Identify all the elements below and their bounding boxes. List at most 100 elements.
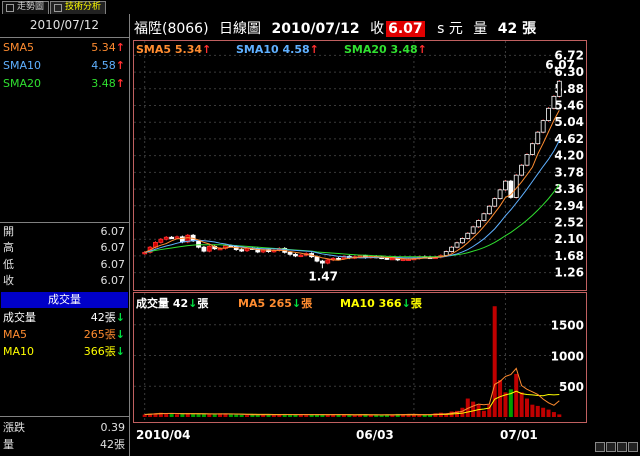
vol-ma5-legend: MA5 265↓張 [238, 297, 313, 310]
sma10-legend: SMA10 4.58↑ [236, 43, 319, 56]
candle [179, 236, 185, 243]
candle [497, 189, 503, 200]
scroll-left-icon[interactable] [617, 442, 627, 452]
arrow-up-icon: ↑ [309, 43, 319, 56]
volume-bar [293, 414, 298, 417]
volume-section-header: 成交量 [1, 292, 128, 308]
candle [293, 253, 298, 257]
candle [486, 205, 492, 215]
volume-chart-svg: 1500 1000 500 [134, 293, 584, 422]
sma20-legend: SMA20 3.48↑ [344, 43, 427, 56]
y-tick-label: 3.78 [554, 165, 584, 179]
candle [319, 260, 325, 264]
volume-bar [234, 414, 239, 417]
arrow-up-icon: ↑ [115, 77, 125, 90]
volume-bar [535, 405, 540, 417]
sma20-label: SMA20 [3, 77, 41, 90]
y-tick-label: 5.04 [554, 115, 584, 129]
high-value: 6.07 [100, 241, 126, 254]
arrow-up-icon: ↑ [115, 59, 125, 72]
volume-bar [525, 398, 529, 417]
volume-bar [239, 414, 244, 417]
x-axis-label: 2010/04 [136, 428, 191, 442]
volume-bar [471, 401, 476, 417]
candle [384, 257, 390, 260]
chart-tab-icon [6, 4, 14, 12]
volume-label: 量 [473, 21, 488, 37]
low-row: 低 6.07 [3, 257, 125, 273]
sma20-row: SMA20 3.48↑ [3, 76, 125, 92]
change-value: 0.39 [100, 421, 126, 434]
volume-bar [514, 373, 519, 417]
low-annotation: 1.47 [308, 269, 338, 283]
volume-bar [347, 415, 352, 417]
open-label: 開 [3, 225, 14, 238]
header-date: 2010/07/12 [271, 21, 360, 37]
volume-bar [551, 412, 556, 417]
tab-intraday-label: 走勢圖 [17, 2, 45, 12]
divider [0, 222, 129, 223]
sma10-line [144, 140, 560, 259]
zoom-out-icon[interactable] [595, 442, 605, 452]
price-chart-pane[interactable]: 6.72 6.30 5.88 5.46 5.04 4.62 4.20 3.78 3.36 2.94… [133, 40, 587, 291]
sma5-line [144, 110, 560, 261]
zoom-in-icon[interactable] [606, 442, 616, 452]
volume-bar [503, 392, 508, 417]
volume-chart-pane[interactable]: 1500 1000 500 成交量 42↓張 MA5 265↓張 MA10 366↓… [133, 292, 587, 423]
vol-row: 成交量 42張↓ [3, 310, 125, 326]
volume-bar [245, 415, 249, 417]
volume-legend: 成交量 42↓張 [136, 297, 209, 310]
price-unit: s 元 [437, 21, 463, 37]
open-value: 6.07 [100, 225, 126, 238]
volume-bar [546, 409, 551, 417]
candle [524, 154, 530, 166]
sma10-row: SMA10 4.58↑ [3, 58, 125, 74]
volume-bar [180, 413, 185, 417]
change-row: 漲跌 0.39 [3, 420, 125, 436]
candle [503, 180, 508, 191]
vol-ma10-label: MA10 [3, 345, 35, 358]
candle [492, 198, 498, 207]
candle [546, 107, 551, 122]
arrow-down-icon: ↓ [115, 345, 125, 358]
volume-bar [201, 413, 206, 417]
volume-bar [207, 414, 212, 417]
qty-label: 量 [3, 438, 14, 451]
close-label: 收 [370, 21, 385, 37]
candle [169, 236, 175, 240]
candle [535, 131, 541, 145]
candle [551, 95, 557, 109]
vol-ma10-line [144, 390, 560, 416]
sma10-value: 4.58 [91, 59, 116, 72]
candle [459, 238, 465, 244]
left-info-panel: 2010/07/12 SMA5 5.34↑ SMA10 4.58↑ SMA20 … [0, 14, 130, 456]
volume-bar [175, 414, 179, 417]
volume-bar [341, 414, 346, 417]
tab-intraday[interactable]: 走勢圖 [2, 1, 50, 14]
volume-bar [476, 404, 481, 417]
candle [481, 213, 487, 221]
vol-ma10-row: MA10 366張↓ [3, 344, 125, 360]
scroll-right-icon[interactable] [628, 442, 638, 452]
vol-value: 42張 [90, 311, 116, 324]
volume-bar [374, 415, 379, 417]
y-tick-label: 1.68 [554, 249, 584, 263]
open-row: 開 6.07 [3, 224, 125, 240]
vol-ma10-value: 366張 [83, 345, 116, 358]
candle [201, 246, 207, 252]
volume-bar [417, 415, 422, 417]
candle [158, 238, 164, 243]
volume-bar [169, 413, 174, 417]
sma20-line [144, 184, 560, 258]
y-tick-label: 2.10 [554, 232, 584, 246]
chart-tab-icon [54, 4, 62, 12]
sma5-legend: SMA5 5.34↑ [136, 43, 212, 56]
volume-bar [212, 414, 217, 417]
volume-bar [228, 414, 233, 417]
volume-bar [379, 415, 384, 417]
arrow-down-icon: ↓ [115, 311, 125, 324]
tab-technical[interactable]: 技術分析 [50, 1, 107, 14]
change-label: 漲跌 [3, 421, 25, 434]
candle [556, 80, 562, 97]
vol-ma10-legend: MA10 366↓張 [340, 297, 422, 310]
